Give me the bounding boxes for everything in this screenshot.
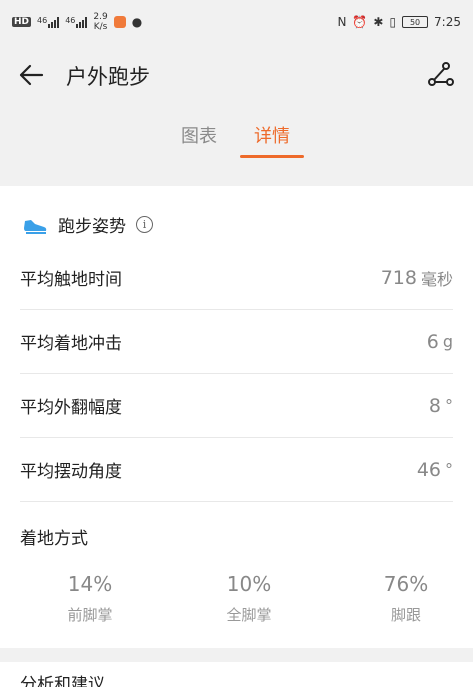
tab-bar: 图表 详情 bbox=[0, 122, 473, 162]
vibrate-icon: ▯ bbox=[389, 15, 397, 29]
landing-name: 脚跟 bbox=[390, 606, 421, 624]
metric-label: 平均外翻幅度 bbox=[20, 398, 122, 418]
section-header: 跑步姿势 i bbox=[22, 212, 153, 237]
landing-item-forefoot: 14% 前脚掌 bbox=[30, 572, 150, 625]
metric-unit: ° bbox=[445, 396, 453, 415]
route-icon bbox=[428, 62, 454, 86]
metric-value: 8 bbox=[428, 394, 441, 417]
metric-value: 46 bbox=[416, 458, 441, 481]
route-button[interactable] bbox=[425, 60, 455, 90]
battery-icon: 50 bbox=[402, 16, 429, 28]
landing-name: 全脚掌 bbox=[226, 606, 272, 624]
battery-level: 50 bbox=[409, 17, 421, 27]
signal-icon: 46 bbox=[37, 16, 60, 28]
section-divider bbox=[0, 168, 473, 186]
landing-title: 着地方式 bbox=[20, 529, 88, 549]
network-speed-unit: K/s bbox=[93, 22, 108, 32]
metric-unit: g bbox=[442, 332, 453, 351]
back-button[interactable] bbox=[16, 60, 46, 90]
metric-row-swing-angle: 平均摆动角度 46 ° bbox=[20, 438, 453, 502]
landing-item-midfoot: 10% 全脚掌 bbox=[189, 572, 309, 625]
active-tab-indicator bbox=[240, 155, 304, 158]
signal-label: 46 bbox=[37, 16, 48, 25]
tab-detail[interactable]: 详情 bbox=[254, 122, 290, 148]
section-title: 跑步姿势 bbox=[58, 217, 126, 237]
metric-label: 平均着地冲击 bbox=[20, 334, 122, 354]
tab-chart[interactable]: 图表 bbox=[181, 122, 217, 148]
metric-label: 平均触地时间 bbox=[20, 270, 122, 290]
running-posture-card: 跑步姿势 i 平均触地时间 718 毫秒 平均着地冲击 6 g 平均外翻幅度 8… bbox=[0, 186, 473, 648]
app-header: 户外跑步 图表 详情 bbox=[0, 44, 473, 168]
landing-percent: 14% bbox=[67, 572, 113, 596]
bluetooth-icon: ✱ bbox=[373, 15, 384, 29]
landing-breakdown: 14% 前脚掌 10% 全脚掌 76% 脚跟 bbox=[0, 572, 473, 632]
metric-label: 平均摆动角度 bbox=[20, 462, 122, 482]
shoe-icon bbox=[24, 219, 47, 234]
app-notification-icon bbox=[113, 16, 126, 28]
status-left: HD 46 46 2.9 K/s ● bbox=[12, 12, 142, 32]
alarm-icon: ⏰ bbox=[352, 15, 368, 29]
wechat-icon: ● bbox=[131, 15, 143, 29]
landing-name: 前脚掌 bbox=[67, 606, 113, 624]
signal-icon: 46 bbox=[65, 16, 88, 28]
landing-percent: 10% bbox=[226, 572, 272, 596]
hd-badge: HD bbox=[12, 17, 32, 27]
arrow-left-icon bbox=[19, 64, 44, 86]
network-speed-value: 2.9 bbox=[93, 12, 108, 22]
network-speed: 2.9 K/s bbox=[93, 12, 107, 32]
metric-value: 718 bbox=[380, 266, 417, 289]
metric-row-contact-time: 平均触地时间 718 毫秒 bbox=[20, 246, 453, 310]
metric-unit: ° bbox=[445, 460, 453, 479]
section-divider bbox=[0, 648, 473, 662]
info-icon[interactable]: i bbox=[136, 216, 153, 233]
metric-unit: 毫秒 bbox=[420, 269, 453, 289]
nfc-icon: N bbox=[337, 15, 347, 29]
landing-item-heel: 76% 脚跟 bbox=[346, 572, 466, 625]
clock: 7:25 bbox=[434, 15, 461, 29]
landing-percent: 76% bbox=[383, 572, 429, 596]
page-title: 户外跑步 bbox=[66, 65, 150, 89]
status-right: N ⏰ ✱ ▯ 50 7:25 bbox=[337, 15, 461, 29]
metric-value: 6 bbox=[426, 330, 439, 353]
metric-row-eversion: 平均外翻幅度 8 ° bbox=[20, 374, 453, 438]
status-bar: HD 46 46 2.9 K/s ● N ⏰ ✱ ▯ 50 7:25 bbox=[0, 0, 473, 44]
signal-label: 46 bbox=[65, 16, 76, 25]
metric-row-impact: 平均着地冲击 6 g bbox=[20, 310, 453, 374]
analysis-title: 分析和建议 bbox=[20, 675, 105, 687]
